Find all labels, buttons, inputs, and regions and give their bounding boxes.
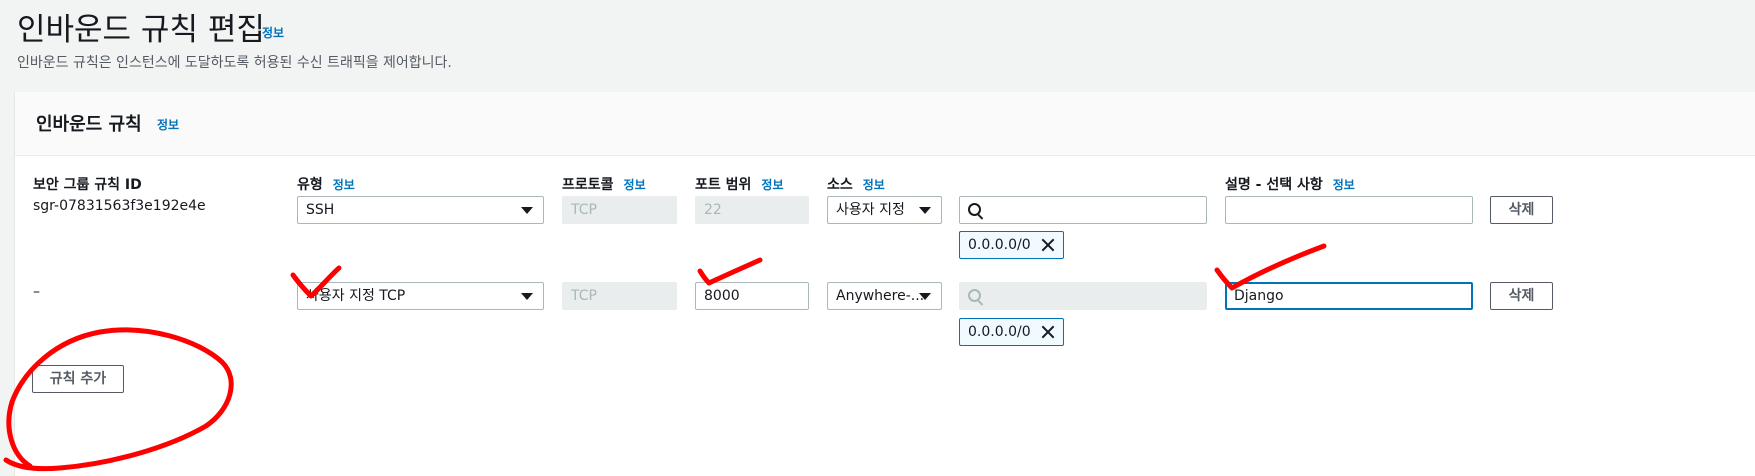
col-port-info-link[interactable]: 정보 [761,178,783,192]
description-field[interactable] [1225,196,1473,224]
panel-info-link[interactable]: 정보 [157,116,179,133]
close-icon[interactable] [1039,323,1057,341]
source-type-select[interactable]: Anywhere-... [827,282,942,310]
title-info-link[interactable]: 정보 [262,24,284,41]
col-port-range: 포트 범위 정보 [695,177,784,193]
chevron-down-icon [919,293,931,300]
col-rule-id: 보안 그룹 규칙 ID [33,177,142,193]
type-select[interactable]: 사용자 지정 TCP [297,282,544,310]
col-source-info-link[interactable]: 정보 [863,178,885,192]
cidr-token: 0.0.0.0/0 [959,318,1064,346]
panel-title: 인바운드 규칙 [36,114,142,135]
source-type-select[interactable]: 사용자 지정 [827,196,942,224]
col-description-info-link[interactable]: 정보 [1333,178,1355,192]
page-description: 인바운드 규칙은 인스턴스에 도달하도록 허용된 수신 트래픽을 제어합니다. [17,55,452,71]
inbound-rules-panel: 인바운드 규칙 정보 보안 그룹 규칙 ID 유형 정보 프로토콜 정보 포트 범위… [15,92,1755,476]
rule-id: sgr-07831563f3e192e4e [33,198,206,214]
chevron-down-icon [919,207,931,214]
protocol-field: TCP [562,282,677,310]
delete-button[interactable]: 삭제 [1490,282,1553,310]
protocol-field: TCP [562,196,677,224]
rule-id: – [33,284,40,300]
col-protocol-info-link[interactable]: 정보 [624,178,646,192]
col-source: 소스 정보 [827,177,885,193]
chevron-down-icon [521,293,533,300]
source-search-input [959,282,1207,310]
add-rule-button[interactable]: 규칙 추가 [32,365,124,393]
description-field[interactable]: Django [1225,282,1473,310]
panel-header [15,92,1755,156]
col-protocol: 프로토콜 정보 [562,177,646,193]
col-type: 유형 정보 [297,177,355,193]
search-icon [968,203,981,216]
type-select[interactable]: SSH [297,196,544,224]
source-search-input[interactable] [959,196,1207,224]
close-icon[interactable] [1039,236,1057,254]
chevron-down-icon [521,207,533,214]
search-icon [968,289,981,302]
page-title: 인바운드 규칙 편집 [17,12,265,48]
col-type-info-link[interactable]: 정보 [333,178,355,192]
cidr-token: 0.0.0.0/0 [959,231,1064,259]
col-description: 설명 - 선택 사항 정보 [1225,177,1355,193]
delete-button[interactable]: 삭제 [1490,196,1553,224]
port-range-field[interactable]: 8000 [695,282,809,310]
port-range-field: 22 [695,196,809,224]
